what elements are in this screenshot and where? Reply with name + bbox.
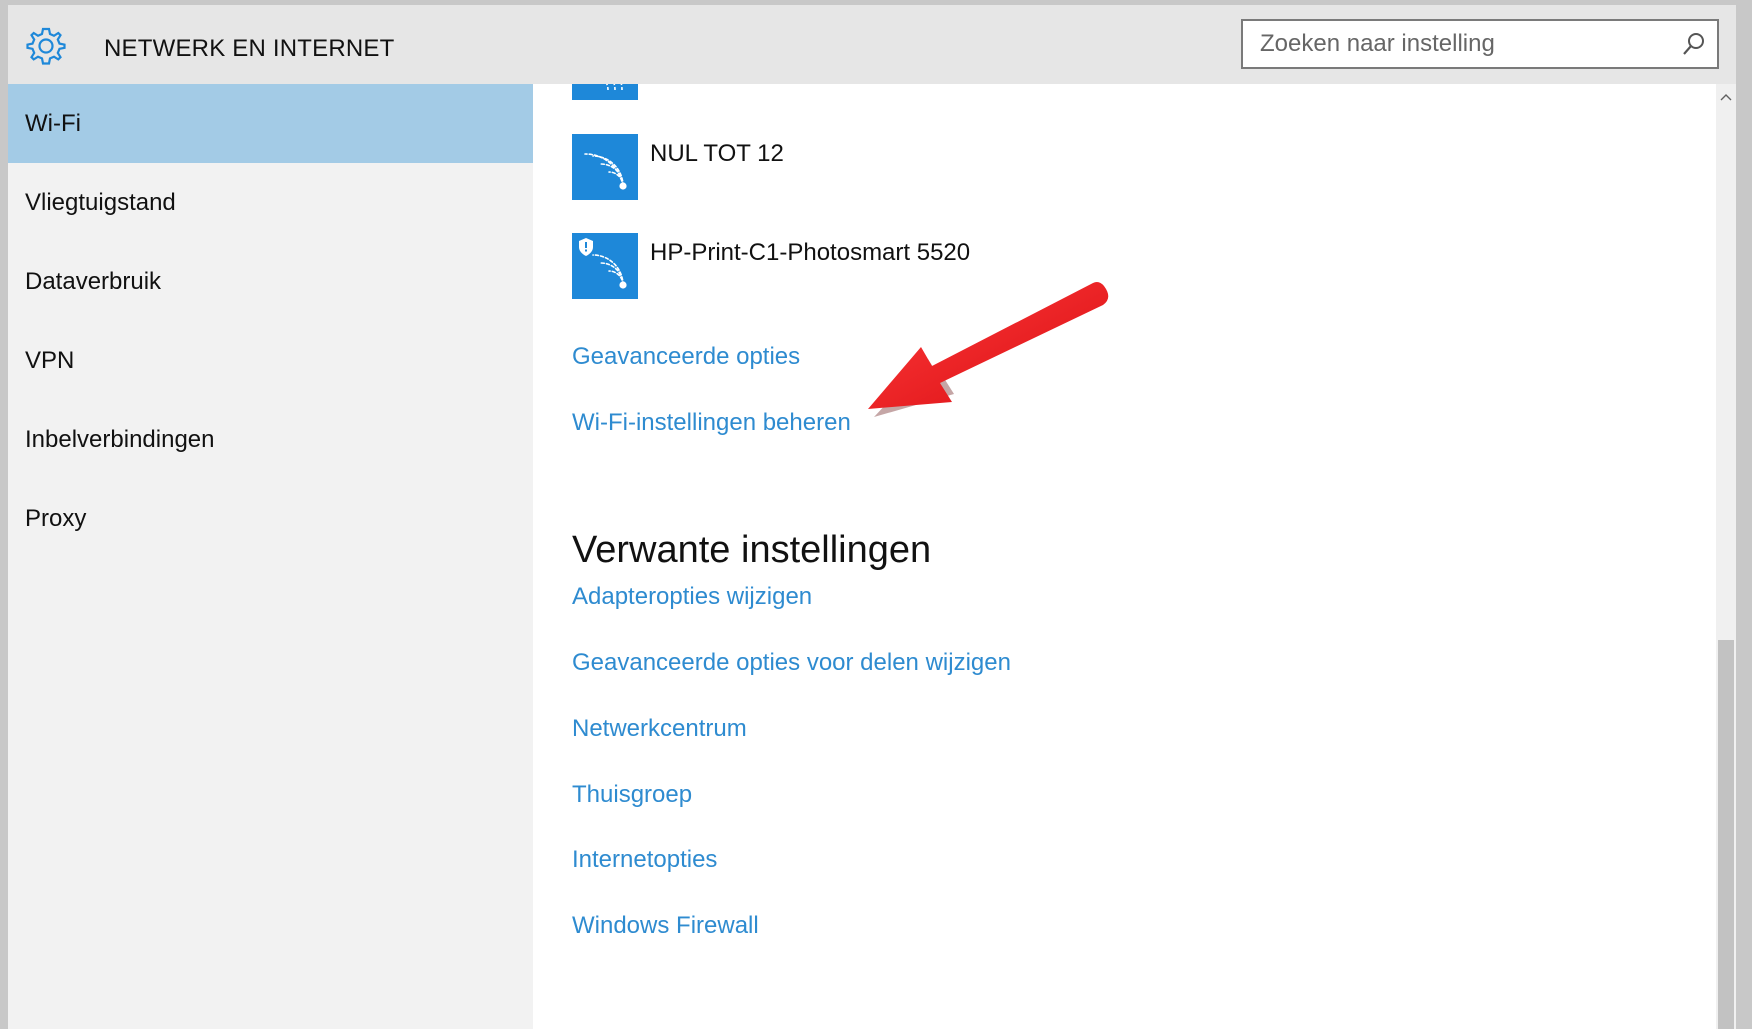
wifi-icon <box>605 84 623 91</box>
related-link-adapter-options[interactable]: Adapteropties wijzigen <box>572 583 812 611</box>
sidebar-item-airplane-mode[interactable]: Vliegtuigstand <box>8 163 533 242</box>
title-bar: NETWERK EN INTERNET <box>8 5 1736 84</box>
sidebar-nav: Wi-Fi Vliegtuigstand Dataverbruik VPN In… <box>8 84 533 1029</box>
sidebar-item-wifi[interactable]: Wi-Fi <box>8 84 533 163</box>
sidebar-item-dialup[interactable]: Inbelverbindingen <box>8 400 533 479</box>
chevron-up-icon[interactable] <box>1720 92 1732 102</box>
vertical-scrollbar[interactable] <box>1716 84 1736 1029</box>
related-link-windows-firewall[interactable]: Windows Firewall <box>572 912 759 940</box>
sidebar-item-label: Dataverbruik <box>25 268 162 295</box>
search-box[interactable] <box>1241 19 1719 69</box>
sidebar-item-data-usage[interactable]: Dataverbruik <box>8 242 533 321</box>
search-input[interactable] <box>1243 21 1680 67</box>
section-title: Verwante instellingen <box>572 528 932 571</box>
advanced-options-link[interactable]: Geavanceerde opties <box>572 343 800 371</box>
network-tile-partial[interactable] <box>572 84 638 100</box>
related-link-internet-options[interactable]: Internetopties <box>572 846 717 874</box>
network-tile[interactable] <box>572 233 638 299</box>
related-link-homegroup[interactable]: Thuisgroep <box>572 781 692 809</box>
search-icon[interactable] <box>1681 31 1707 57</box>
sidebar-item-label: Proxy <box>25 505 87 532</box>
sidebar-item-vpn[interactable]: VPN <box>8 321 533 400</box>
sidebar-item-label: VPN <box>25 347 75 374</box>
page-title: NETWERK EN INTERNET <box>104 35 395 62</box>
wifi-signal-icon <box>584 153 627 190</box>
network-name: NUL TOT 12 <box>650 140 784 167</box>
sidebar-item-label: Wi-Fi <box>25 110 81 137</box>
sidebar-item-label: Inbelverbindingen <box>25 426 215 453</box>
sidebar-item-proxy[interactable]: Proxy <box>8 479 533 558</box>
sidebar-item-label: Vliegtuigstand <box>25 189 176 216</box>
related-link-sharing-options[interactable]: Geavanceerde opties voor delen wijzigen <box>572 649 1011 677</box>
network-tile[interactable] <box>572 134 638 200</box>
main-content: NUL TOT 12 HP-Print-C1-Photosmart 5520 G… <box>533 84 1716 1029</box>
settings-window: NETWERK EN INTERNET Wi-Fi Vliegtuigstand… <box>8 5 1736 1029</box>
related-link-network-center[interactable]: Netwerkcentrum <box>572 715 747 743</box>
scrollbar-thumb[interactable] <box>1718 640 1734 1029</box>
gear-icon <box>26 27 66 65</box>
shield-icon <box>579 238 593 256</box>
manage-wifi-settings-link[interactable]: Wi-Fi-instellingen beheren <box>572 409 851 437</box>
network-name: HP-Print-C1-Photosmart 5520 <box>650 239 971 266</box>
